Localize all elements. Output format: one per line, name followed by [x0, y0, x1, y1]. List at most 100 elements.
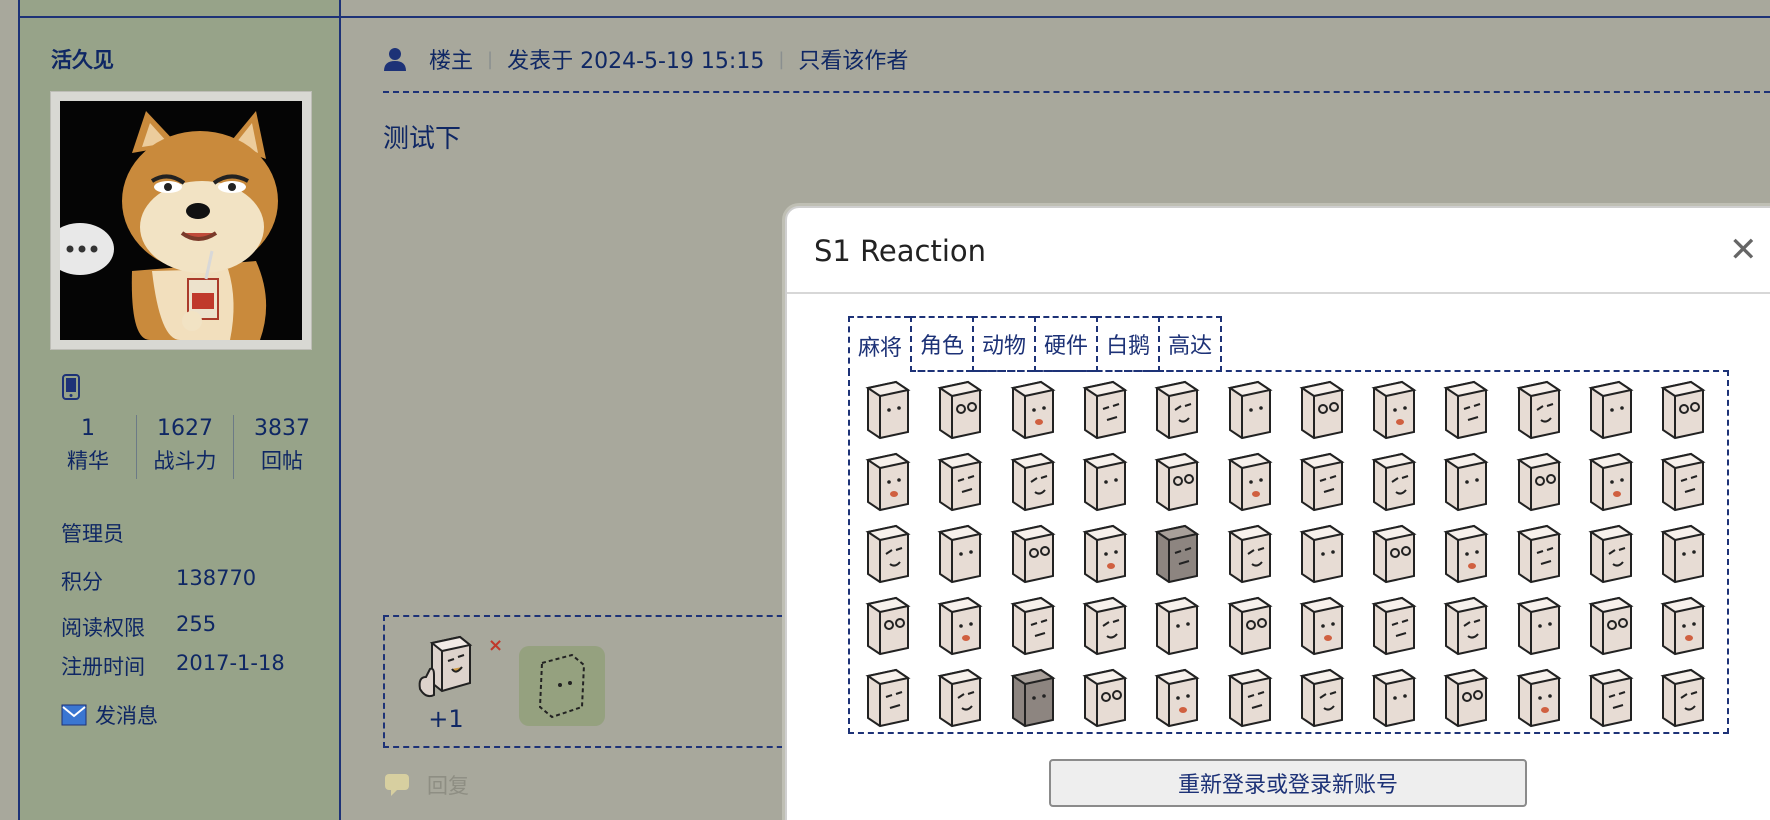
emoji-item[interactable]	[1436, 664, 1496, 730]
emoji-item[interactable]	[930, 376, 990, 442]
emoji-item[interactable]	[1653, 664, 1713, 730]
post-meta-divider	[383, 91, 1770, 93]
sidebar-top-band	[20, 0, 339, 18]
tile-face-icon	[1082, 668, 1128, 728]
emoji-item[interactable]	[1581, 592, 1641, 658]
emoji-item[interactable]	[1220, 664, 1280, 730]
tab-hardware[interactable]: 硬件	[1034, 316, 1097, 372]
emoji-item[interactable]	[1292, 664, 1352, 730]
emoji-item[interactable]	[1364, 664, 1424, 730]
stat-essence[interactable]: 1 精华	[40, 415, 137, 479]
emoji-item[interactable]	[1509, 376, 1569, 442]
emoji-item[interactable]	[930, 520, 990, 586]
emoji-item[interactable]	[1364, 520, 1424, 586]
emoji-item[interactable]	[1509, 448, 1569, 514]
reply-link[interactable]: 回复	[383, 770, 469, 800]
emoji-item[interactable]	[1509, 664, 1569, 730]
tile-face-icon	[1588, 668, 1634, 728]
reaction-thumbs-up[interactable]: +1	[411, 633, 481, 733]
emoji-item[interactable]	[1292, 448, 1352, 514]
emoji-item[interactable]	[1003, 664, 1063, 730]
stat-replies[interactable]: 3837 回帖	[234, 415, 330, 479]
emoji-item[interactable]	[1292, 376, 1352, 442]
tile-face-icon	[1588, 380, 1634, 440]
post-top-border	[341, 16, 1770, 18]
tile-face-icon	[1443, 452, 1489, 512]
emoji-item[interactable]	[1364, 448, 1424, 514]
tab-mahjong[interactable]: 麻将	[848, 316, 911, 374]
tab-characters[interactable]: 角色	[910, 316, 973, 372]
emoji-item[interactable]	[1436, 520, 1496, 586]
emoji-item[interactable]	[1653, 448, 1713, 514]
emoji-item[interactable]	[930, 592, 990, 658]
emoji-item[interactable]	[1653, 592, 1713, 658]
emoji-item[interactable]	[1075, 376, 1135, 442]
emoji-item[interactable]	[1220, 376, 1280, 442]
tile-face-icon	[1588, 524, 1634, 584]
reaction-count: +1	[428, 705, 464, 733]
emoji-item[interactable]	[1509, 520, 1569, 586]
tile-face-icon	[1516, 452, 1562, 512]
emoji-item[interactable]	[1292, 592, 1352, 658]
author-avatar[interactable]	[50, 91, 312, 350]
emoji-item[interactable]	[930, 448, 990, 514]
emoji-item[interactable]	[1220, 448, 1280, 514]
stat-power[interactable]: 1627 战斗力	[137, 415, 234, 479]
remove-reaction-icon[interactable]: ×	[488, 635, 503, 656]
emoji-item[interactable]	[1581, 376, 1641, 442]
tile-face-icon	[1371, 452, 1417, 512]
emoji-item[interactable]	[858, 376, 918, 442]
emoji-item[interactable]	[1147, 448, 1207, 514]
tile-face-icon	[1154, 668, 1200, 728]
only-author-link[interactable]: 只看该作者	[798, 43, 908, 75]
emoji-item[interactable]	[1653, 520, 1713, 586]
emoji-item[interactable]	[1075, 592, 1135, 658]
emoji-item[interactable]	[1653, 376, 1713, 442]
emoji-item[interactable]	[1364, 592, 1424, 658]
emoji-item[interactable]	[1003, 592, 1063, 658]
emoji-item[interactable]	[1436, 592, 1496, 658]
tile-face-icon	[1660, 524, 1706, 584]
emoji-item[interactable]	[1075, 520, 1135, 586]
emoji-item[interactable]	[1581, 520, 1641, 586]
emoji-item[interactable]	[1292, 520, 1352, 586]
thumbs-up-face-icon	[418, 635, 473, 698]
emoji-item[interactable]	[1581, 664, 1641, 730]
emoji-item[interactable]	[858, 520, 918, 586]
relogin-button[interactable]: 重新登录或登录新账号	[1049, 759, 1527, 807]
tile-face-icon	[1660, 596, 1706, 656]
emoji-item[interactable]	[1075, 448, 1135, 514]
emoji-item[interactable]	[1003, 520, 1063, 586]
send-message-link[interactable]: 发消息	[61, 700, 158, 730]
emoji-item[interactable]	[1436, 448, 1496, 514]
emoji-item[interactable]	[1509, 592, 1569, 658]
emoji-item[interactable]	[1147, 376, 1207, 442]
close-icon[interactable]: ✕	[1729, 230, 1758, 270]
tile-face-icon	[1443, 596, 1489, 656]
emoji-item[interactable]	[858, 592, 918, 658]
tab-goose[interactable]: 白鹅	[1096, 316, 1159, 372]
emoji-item[interactable]	[1147, 664, 1207, 730]
author-group[interactable]: 管理员	[61, 518, 124, 548]
tile-face-icon	[1371, 380, 1417, 440]
emoji-item[interactable]	[1003, 448, 1063, 514]
emoji-item[interactable]	[1220, 520, 1280, 586]
tile-face-icon	[1010, 380, 1056, 440]
tab-gundam[interactable]: 高达	[1158, 316, 1223, 372]
tile-face-icon	[1082, 596, 1128, 656]
emoji-item[interactable]	[858, 448, 918, 514]
emoji-item[interactable]	[858, 664, 918, 730]
tab-animals[interactable]: 动物	[972, 316, 1035, 372]
emoji-item[interactable]	[1003, 376, 1063, 442]
emoji-item[interactable]	[1364, 376, 1424, 442]
author-name[interactable]: 活久见	[51, 44, 114, 74]
emoji-item[interactable]	[1147, 520, 1207, 586]
emoji-item[interactable]	[1075, 664, 1135, 730]
emoji-item[interactable]	[1220, 592, 1280, 658]
emoji-item[interactable]	[1436, 376, 1496, 442]
emoji-item[interactable]	[1147, 592, 1207, 658]
emoji-item[interactable]	[930, 664, 990, 730]
add-reaction-button[interactable]	[519, 646, 605, 726]
emoji-item[interactable]	[1581, 448, 1641, 514]
tile-face-icon	[1588, 452, 1634, 512]
